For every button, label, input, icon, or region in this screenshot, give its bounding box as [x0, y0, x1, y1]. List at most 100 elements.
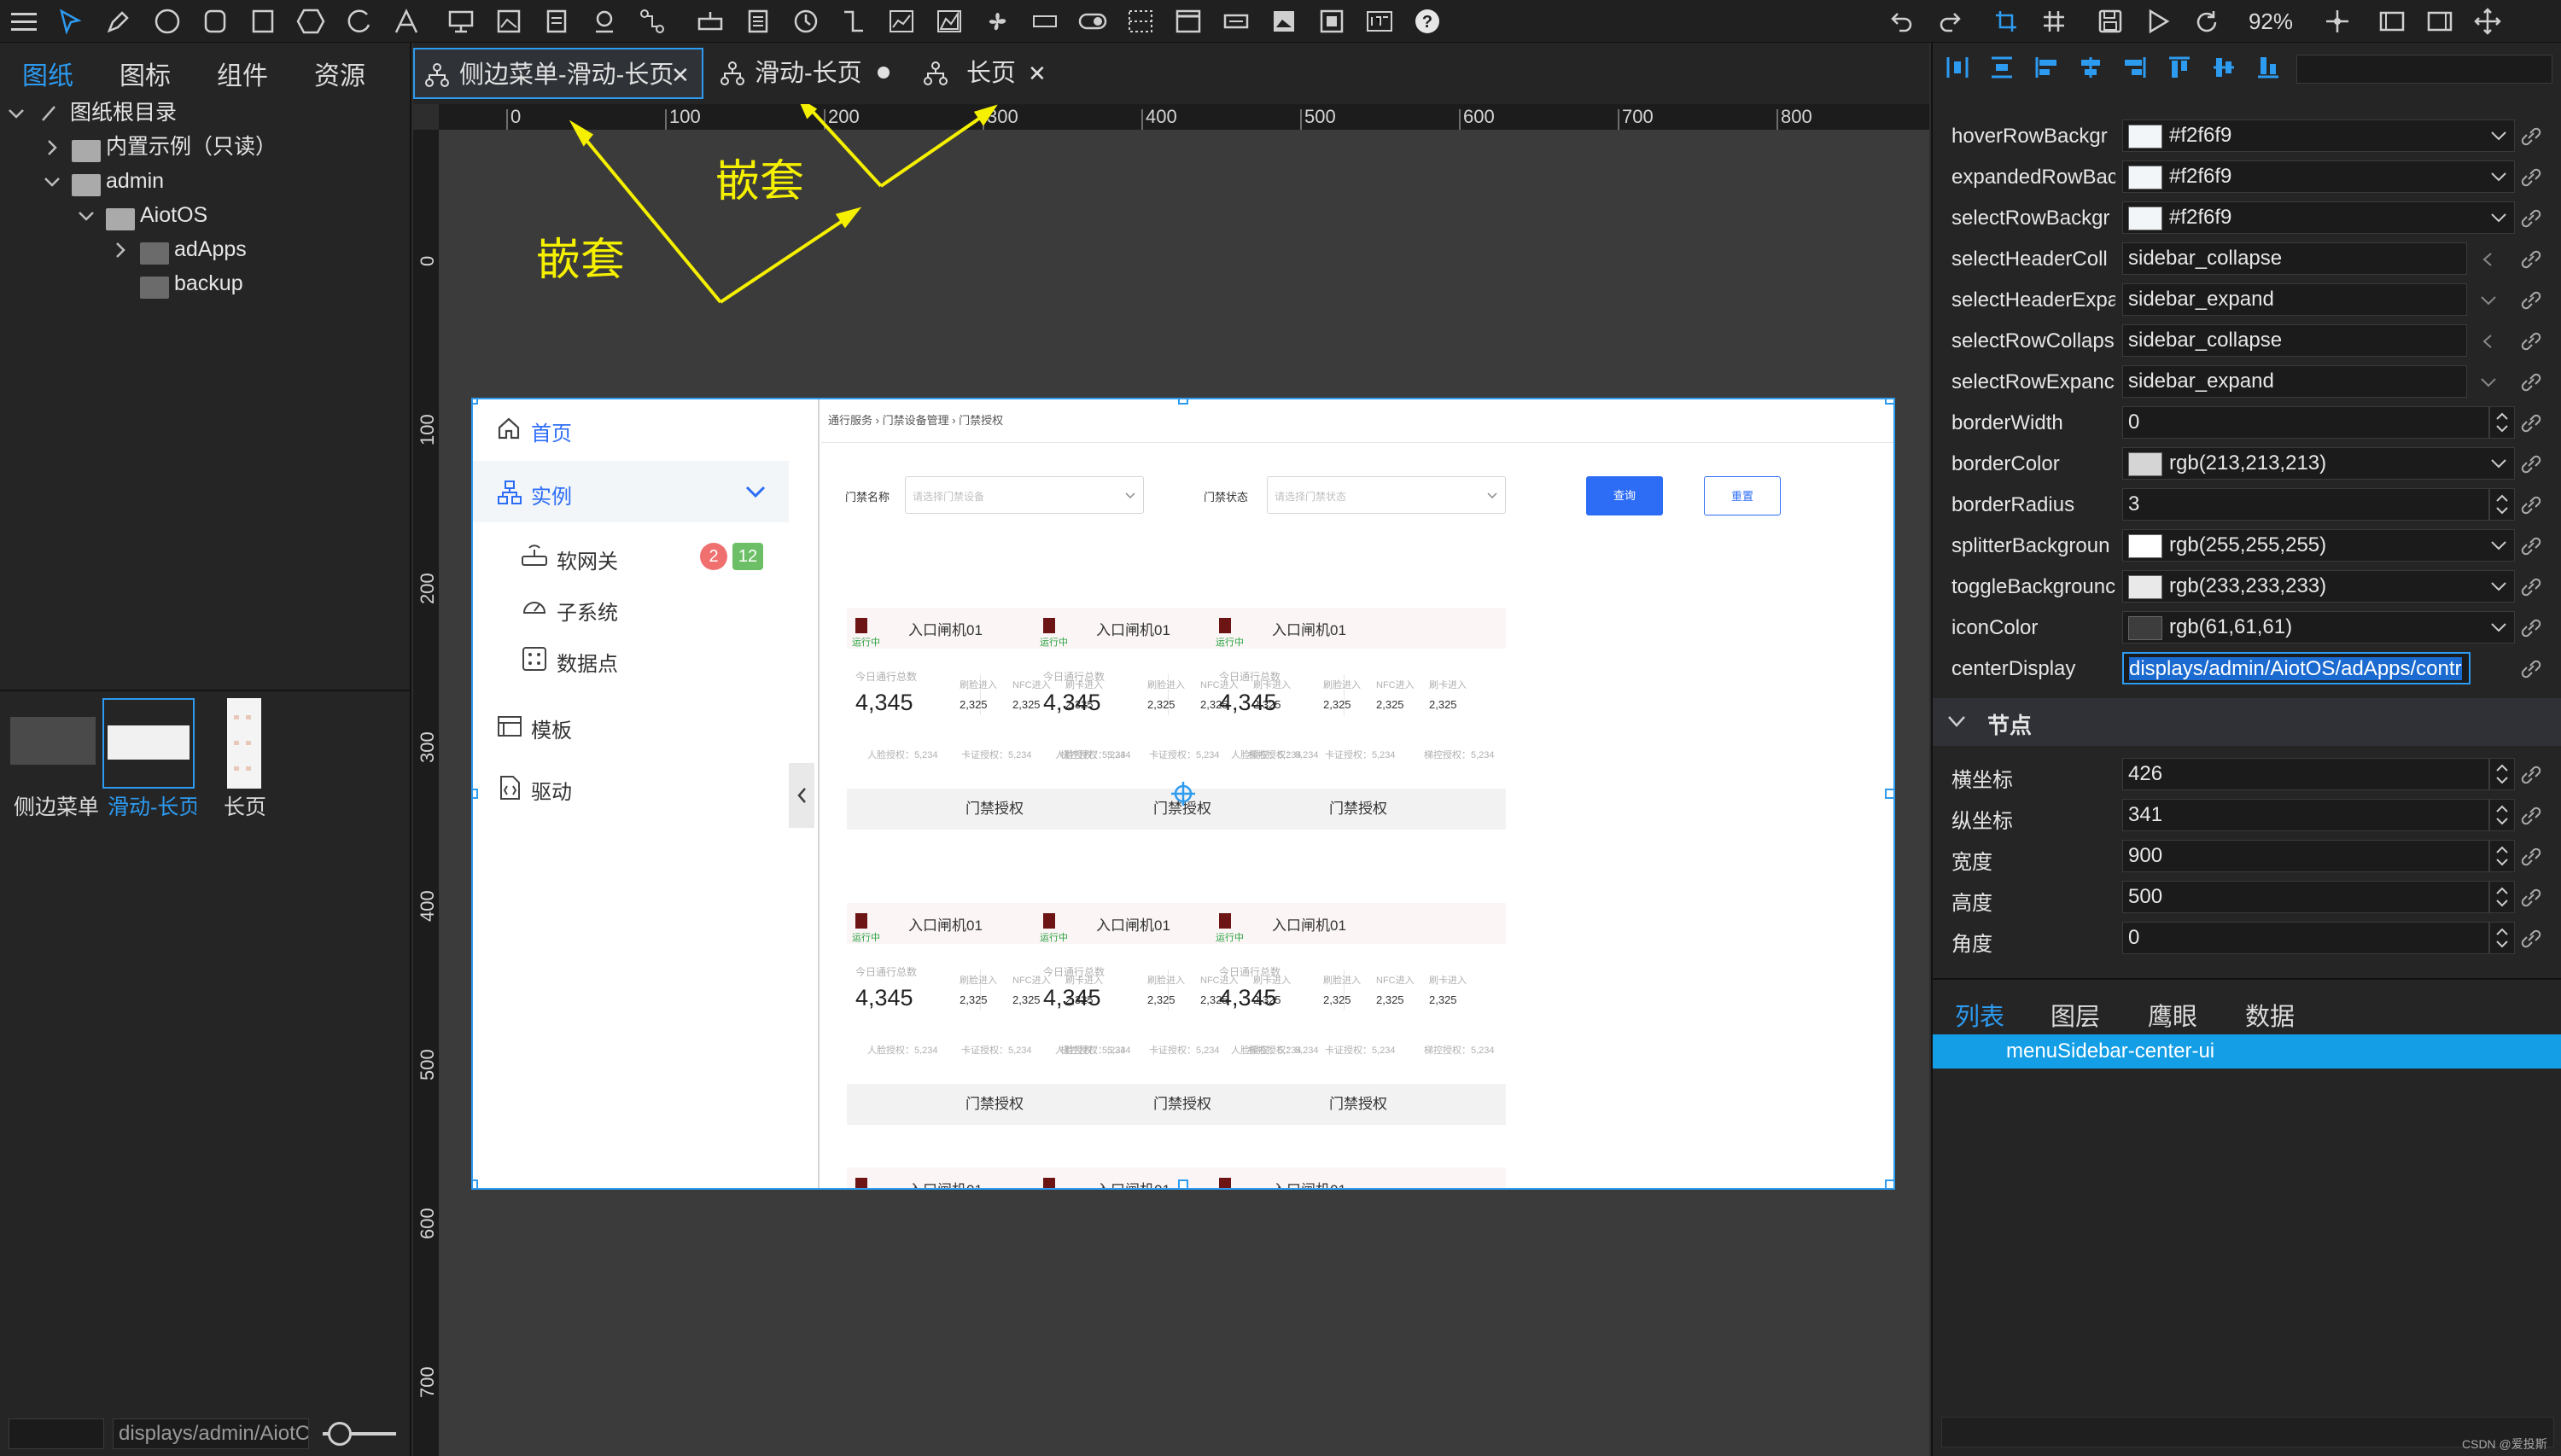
zoom-level[interactable]: 92%: [2237, 7, 2305, 36]
logo-icon[interactable]: [1362, 4, 1397, 38]
door-card[interactable]: 运行中 入口闸机01 今日通行总数 4,345 刷脸进入 NFC进入 刷卡进入 …: [1210, 903, 1506, 1133]
move-icon[interactable]: [2471, 4, 2505, 38]
rect-icon[interactable]: [246, 4, 280, 38]
chart-line-icon[interactable]: [884, 4, 919, 38]
crosshair-icon[interactable]: [2320, 4, 2354, 38]
close-icon[interactable]: ✕: [671, 50, 690, 101]
sidebar-item-datapoint[interactable]: 数据点: [557, 647, 618, 677]
save-icon[interactable]: [2093, 4, 2127, 38]
undo-icon[interactable]: [1885, 4, 1919, 38]
close-icon[interactable]: ✕: [1028, 48, 1047, 99]
link-icon[interactable]: [2520, 888, 2542, 908]
rounded-rect-icon[interactable]: [198, 4, 232, 38]
component-icon[interactable]: [693, 4, 727, 38]
spinner-icon[interactable]: [2489, 881, 2515, 913]
tab-components[interactable]: 组件: [217, 55, 268, 92]
spinner-icon[interactable]: [2489, 758, 2515, 790]
link-icon[interactable]: [2520, 847, 2542, 867]
doc-tab-sidebar-slide-long[interactable]: 侧边菜单-滑动-长页 ✕: [413, 48, 703, 99]
sidebar-item-driver[interactable]: 驱动: [531, 775, 572, 805]
chevron-down-icon[interactable]: [43, 172, 61, 191]
tab-layers[interactable]: 图层: [2051, 997, 2100, 1033]
sidebar-item-gateway[interactable]: 软网关: [557, 545, 618, 574]
fit-width-icon[interactable]: [2375, 4, 2409, 38]
door-card[interactable]: 运行中 入口闸机01: [1210, 1168, 1506, 1188]
selection-icon[interactable]: [1989, 4, 2023, 38]
text-icon[interactable]: [389, 4, 423, 38]
tab-resources[interactable]: 资源: [314, 55, 365, 92]
menu-icon[interactable]: [7, 4, 41, 38]
resize-handle[interactable]: [1885, 789, 1893, 799]
document-icon[interactable]: [540, 4, 574, 38]
size-slider-handle[interactable]: [328, 1422, 352, 1446]
grid-icon[interactable]: [2037, 4, 2071, 38]
spinner-icon[interactable]: [2489, 840, 2515, 872]
display-icon[interactable]: [444, 4, 478, 38]
tab-icon[interactable]: [1219, 4, 1253, 38]
sidebar-item-subsystem[interactable]: 子系统: [557, 596, 618, 626]
breadcrumb-item[interactable]: 通行服务: [828, 414, 872, 427]
resize-handle[interactable]: [473, 1179, 478, 1188]
reset-button[interactable]: 重置: [1704, 476, 1781, 515]
resize-handle[interactable]: [473, 789, 478, 799]
node-prop-field[interactable]: 500: [2122, 881, 2489, 913]
tree-item-aiotos[interactable]: AiotOS: [140, 198, 207, 232]
thumbnail-sidebar[interactable]: [10, 717, 96, 765]
link-icon[interactable]: [2520, 765, 2542, 785]
chevron-down-icon[interactable]: [744, 483, 767, 500]
hexagon-icon[interactable]: [294, 4, 328, 38]
chevron-right-icon[interactable]: [43, 138, 61, 157]
circle-icon[interactable]: [150, 4, 184, 38]
node-prop-field[interactable]: 341: [2122, 799, 2489, 831]
pen-icon[interactable]: [101, 4, 135, 38]
link-icon[interactable]: [2520, 806, 2542, 826]
doc-tab-long[interactable]: 长页 ✕: [919, 48, 1072, 99]
play-icon[interactable]: [2141, 4, 2175, 38]
chevron-down-icon[interactable]: [7, 104, 26, 123]
tree-item-root[interactable]: 图纸根目录: [70, 96, 177, 130]
snapshot-icon[interactable]: [1315, 4, 1349, 38]
resize-handle[interactable]: [1178, 399, 1188, 405]
resize-handle[interactable]: [473, 399, 478, 405]
chart-area-icon[interactable]: [932, 4, 966, 38]
tab-drawings[interactable]: 图纸: [22, 55, 73, 92]
fit-page-icon[interactable]: [2423, 4, 2457, 38]
tab-list[interactable]: 列表: [1955, 997, 2004, 1033]
toggle-icon[interactable]: [1076, 4, 1110, 38]
window-icon[interactable]: [1171, 4, 1205, 38]
resize-handle[interactable]: [1178, 1179, 1188, 1188]
resize-handle[interactable]: [1885, 399, 1893, 405]
tab-eagle-eye[interactable]: 鹰眼: [2148, 997, 2197, 1033]
tree-item-adapps[interactable]: adApps: [174, 232, 247, 266]
node-prop-field[interactable]: 0: [2122, 922, 2489, 954]
tree-item-admin[interactable]: admin: [106, 164, 164, 198]
thumbnail-slide-long[interactable]: [102, 698, 195, 789]
tree-item-examples[interactable]: 内置示例（只读）: [106, 130, 277, 164]
image-frame-icon[interactable]: [1267, 4, 1301, 38]
path-input[interactable]: displays/admin/AiotC: [113, 1418, 309, 1449]
list-item-selected[interactable]: menuSidebar-center-ui: [1933, 1034, 2561, 1069]
sidebar-item-template[interactable]: 模板: [531, 713, 572, 743]
thumbnail-long[interactable]: [227, 698, 261, 789]
chevron-right-icon[interactable]: [111, 241, 130, 259]
door-auth-button[interactable]: 门禁授权: [1210, 789, 1506, 830]
spinner-icon[interactable]: [2489, 799, 2515, 831]
redo-icon[interactable]: [1933, 4, 1967, 38]
help-icon[interactable]: ?: [1410, 4, 1444, 38]
door-auth-button[interactable]: 门禁授权: [1210, 1084, 1506, 1125]
arc-icon[interactable]: [341, 4, 376, 38]
pointer-icon[interactable]: [53, 4, 87, 38]
sidebar-toggle[interactable]: [789, 763, 814, 828]
sidebar-item-instance[interactable]: 实例: [473, 461, 789, 522]
doc-tab-slide-long[interactable]: 滑动-长页: [715, 48, 912, 99]
image-icon[interactable]: [492, 4, 526, 38]
name-input[interactable]: [9, 1418, 104, 1449]
door-status-select[interactable]: 请选择门禁状态: [1267, 476, 1506, 514]
sidebar-item-home[interactable]: 首页: [531, 416, 572, 446]
tab-data[interactable]: 数据: [2245, 997, 2295, 1033]
link-icon[interactable]: [2520, 929, 2542, 949]
node-prop-field[interactable]: 426: [2122, 758, 2489, 790]
query-button[interactable]: 查询: [1586, 476, 1663, 515]
tab-icons[interactable]: 图标: [120, 55, 171, 92]
grid-select-icon[interactable]: [1123, 4, 1158, 38]
